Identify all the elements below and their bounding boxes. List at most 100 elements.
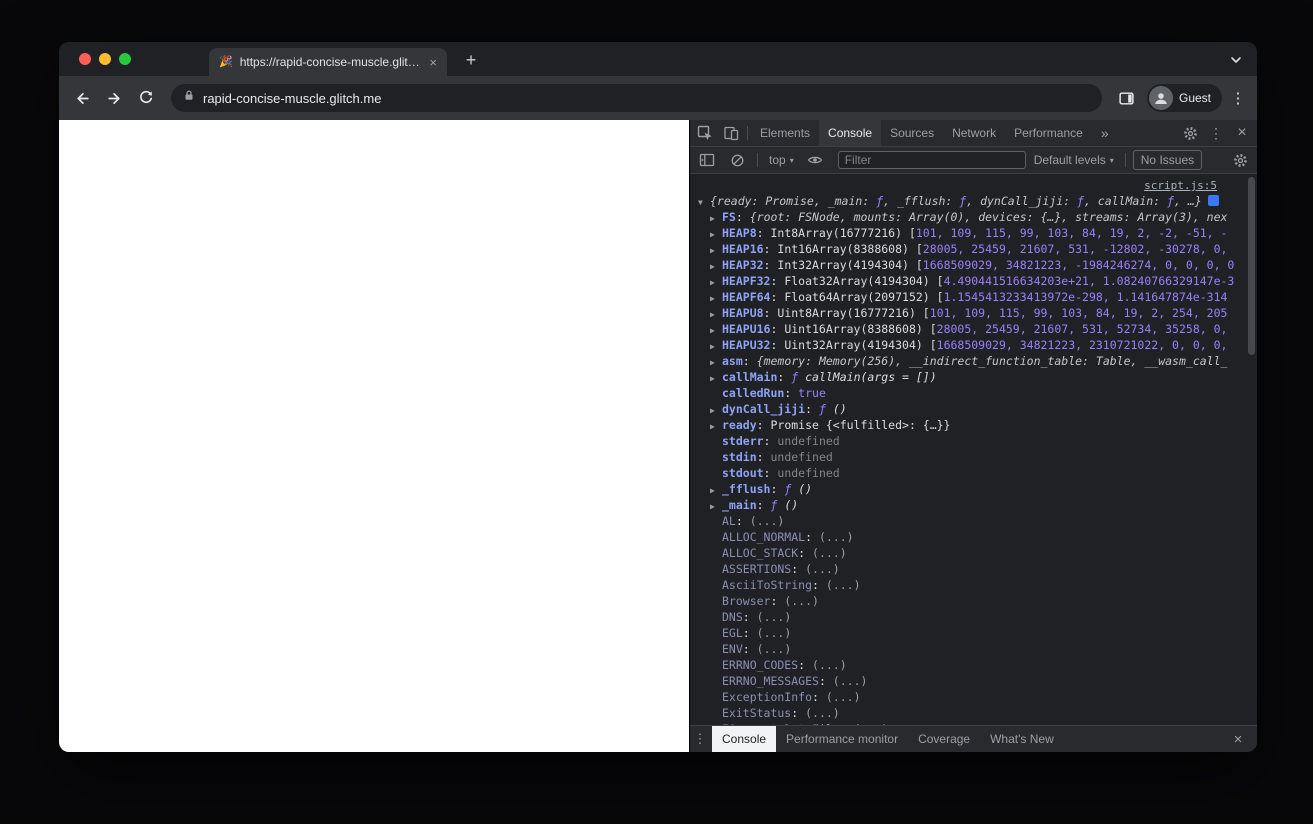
console-row[interactable]: ▶ _fflush: ƒ () xyxy=(690,481,1257,497)
expand-arrow-icon[interactable]: ▶ xyxy=(710,291,722,305)
devtools-tab-elements[interactable]: Elements xyxy=(751,120,819,146)
console-text: : xyxy=(791,706,806,720)
console-sidebar-icon[interactable] xyxy=(694,147,720,173)
devtools-tab-network[interactable]: Network xyxy=(943,120,1005,146)
expand-arrow-icon[interactable]: ▶ xyxy=(710,371,722,385)
source-link[interactable]: script.js:5 xyxy=(1144,179,1217,192)
expand-arrow-icon[interactable]: ▶ xyxy=(710,355,722,369)
expand-arrow-icon[interactable]: ▶ xyxy=(710,323,722,337)
console-text: : xyxy=(777,370,792,384)
console-text: ƒ xyxy=(791,370,806,384)
browser-menu-icon[interactable]: ⋮ xyxy=(1227,89,1249,107)
console-text: stderr xyxy=(722,434,764,448)
more-tabs-icon[interactable]: » xyxy=(1092,120,1118,146)
console-entry-header: script.js:5 xyxy=(690,177,1257,193)
console-settings-gear-icon[interactable] xyxy=(1227,147,1253,173)
invoke-getter[interactable]: (...) xyxy=(750,514,785,528)
console-row[interactable]: ▶ HEAP8: Int8Array(16777216) [101, 109, 1… xyxy=(690,225,1257,241)
console-filter-input[interactable] xyxy=(837,151,1026,169)
browser-tab[interactable]: 🎉 https://rapid-concise-muscle.glitch.me… xyxy=(209,48,447,76)
inspect-element-icon[interactable] xyxy=(692,120,718,146)
console-row[interactable]: ▶ FS: {root: FSNode, mounts: Array(0), de… xyxy=(690,209,1257,225)
log-levels-selector[interactable]: Default levels ▾ xyxy=(1030,153,1118,167)
console-row[interactable]: ▶ HEAPU8: Uint8Array(16777216) [101, 109,… xyxy=(690,305,1257,321)
new-tab-button[interactable]: + xyxy=(459,48,483,72)
devtools-menu-icon[interactable]: ⋮ xyxy=(1203,120,1229,146)
drawer-close-icon[interactable]: × xyxy=(1225,726,1251,752)
expand-arrow-icon[interactable]: ▶ xyxy=(710,259,722,273)
invoke-getter[interactable]: (...) xyxy=(854,722,889,725)
arrow-spacer xyxy=(710,387,722,401)
expand-arrow-icon[interactable]: ▶ xyxy=(710,211,722,225)
console-row[interactable]: ▶ asm: {memory: Memory(256), __indirect_f… xyxy=(690,353,1257,369)
invoke-getter[interactable]: (...) xyxy=(812,658,847,672)
console-row[interactable]: ▶ HEAP16: Int16Array(8388608) [28005, 254… xyxy=(690,241,1257,257)
collapse-arrow-icon[interactable]: ▼ xyxy=(698,195,710,209)
console-row[interactable]: ▶ callMain: ƒ callMain(args = []) xyxy=(690,369,1257,385)
side-panel-icon[interactable] xyxy=(1112,83,1142,113)
invoke-getter[interactable]: (...) xyxy=(812,546,847,560)
close-window-button[interactable] xyxy=(79,53,91,65)
console-row[interactable]: ▶ _main: ƒ () xyxy=(690,497,1257,513)
expand-arrow-icon[interactable]: ▶ xyxy=(710,499,722,513)
invoke-getter[interactable]: (...) xyxy=(757,610,792,624)
expand-arrow-icon[interactable]: ▶ xyxy=(710,483,722,497)
devtools-tab-sources[interactable]: Sources xyxy=(881,120,943,146)
console-text: : xyxy=(735,210,750,224)
devtools-settings-gear-icon[interactable] xyxy=(1177,120,1203,146)
console-row[interactable]: ▶ HEAPU32: Uint32Array(4194304) [16685090… xyxy=(690,337,1257,353)
console-row: stderr: undefined xyxy=(690,433,1257,449)
minimize-window-button[interactable] xyxy=(99,53,111,65)
invoke-getter[interactable]: (...) xyxy=(826,690,861,704)
invoke-getter[interactable]: (...) xyxy=(833,674,868,688)
console-row[interactable]: ▶ ready: Promise {<fulfilled>: {…}} xyxy=(690,417,1257,433)
back-icon[interactable] xyxy=(67,83,97,113)
expand-arrow-icon[interactable]: ▶ xyxy=(710,227,722,241)
forward-icon[interactable] xyxy=(99,83,129,113)
tab-close-icon[interactable]: × xyxy=(427,55,439,70)
arrow-spacer xyxy=(710,627,722,641)
context-selector[interactable]: top ▾ xyxy=(765,153,798,167)
console-row[interactable]: ▶ HEAPU16: Uint16Array(8388608) [28005, 2… xyxy=(690,321,1257,337)
device-toolbar-icon[interactable] xyxy=(718,120,744,146)
expand-arrow-icon[interactable]: ▶ xyxy=(710,307,722,321)
devtools-close-icon[interactable]: × xyxy=(1229,120,1255,146)
console-row[interactable]: ▶ dynCall_jiji: ƒ () xyxy=(690,401,1257,417)
eye-icon[interactable] xyxy=(802,147,828,173)
console-text: : xyxy=(756,498,771,512)
scrollbar-thumb[interactable] xyxy=(1248,177,1255,355)
invoke-getter[interactable]: (...) xyxy=(826,578,861,592)
drawer-tab-performance-monitor[interactable]: Performance monitor xyxy=(776,726,908,752)
fullscreen-window-button[interactable] xyxy=(119,53,131,65)
console-text: DNS xyxy=(722,610,743,624)
devtools-tab-performance[interactable]: Performance xyxy=(1005,120,1092,146)
drawer-tab-what-s-new[interactable]: What's New xyxy=(980,726,1064,752)
invoke-getter[interactable]: (...) xyxy=(757,642,792,656)
invoke-getter[interactable]: (...) xyxy=(819,530,854,544)
invoke-getter[interactable]: (...) xyxy=(805,706,840,720)
expand-arrow-icon[interactable]: ▶ xyxy=(710,419,722,433)
tab-strip-chevron-icon[interactable] xyxy=(1227,51,1245,69)
invoke-getter[interactable]: (...) xyxy=(757,626,792,640)
address-bar[interactable]: rapid-concise-muscle.glitch.me xyxy=(171,84,1102,112)
expand-arrow-icon[interactable]: ▶ xyxy=(710,403,722,417)
expand-arrow-icon[interactable]: ▶ xyxy=(710,275,722,289)
profile-button[interactable]: Guest xyxy=(1146,84,1222,112)
lock-icon[interactable] xyxy=(183,89,195,107)
devtools-tab-console[interactable]: Console xyxy=(819,120,882,146)
invoke-getter[interactable]: (...) xyxy=(784,594,819,608)
drawer-menu-icon[interactable]: ⋮ xyxy=(692,731,708,747)
drawer-tab-coverage[interactable]: Coverage xyxy=(908,726,980,752)
invoke-getter[interactable]: (...) xyxy=(805,562,840,576)
console-text: ƒ xyxy=(770,498,785,512)
console-row[interactable]: ▶ HEAP32: Int32Array(4194304) [1668509029… xyxy=(690,257,1257,273)
reload-icon[interactable] xyxy=(131,83,161,113)
issues-counter[interactable]: No Issues xyxy=(1132,150,1203,170)
console-row[interactable]: ▼ {ready: Promise, _main: ƒ, _fflush: ƒ, … xyxy=(690,193,1257,209)
clear-console-icon[interactable] xyxy=(724,147,750,173)
console-row[interactable]: ▶ HEAPF32: Float32Array(4194304) [4.49044… xyxy=(690,273,1257,289)
console-row[interactable]: ▶ HEAPF64: Float64Array(2097152) [1.15454… xyxy=(690,289,1257,305)
expand-arrow-icon[interactable]: ▶ xyxy=(710,339,722,353)
drawer-tab-console[interactable]: Console xyxy=(712,726,777,752)
expand-arrow-icon[interactable]: ▶ xyxy=(710,243,722,257)
